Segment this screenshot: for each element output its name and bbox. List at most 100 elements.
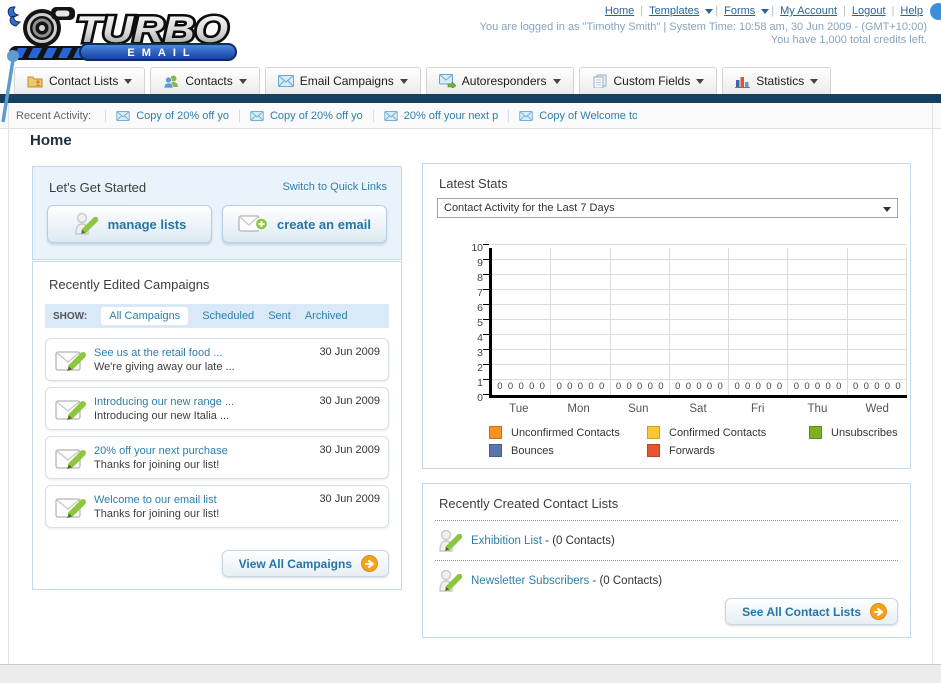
manage-lists-button[interactable]: manage lists	[47, 205, 212, 243]
bar-value-label: 0	[734, 381, 740, 392]
legend-label: Unconfirmed Contacts	[511, 426, 620, 439]
bar-value-label: 0	[745, 381, 751, 392]
person-pencil-icon	[439, 529, 463, 552]
contact-list-item[interactable]: Exhibition List - (0 Contacts)	[437, 528, 615, 554]
contact-list-link[interactable]: Newsletter Subscribers	[471, 575, 589, 587]
legend-item: Bounces	[489, 444, 647, 457]
create-email-button[interactable]: create an email	[222, 205, 387, 243]
filter-archived[interactable]: Archived	[305, 310, 348, 322]
legend-swatch	[647, 444, 660, 457]
campaign-subtitle: Thanks for joining our list!	[94, 507, 220, 520]
campaign-row[interactable]: See us at the retail food ... We're givi…	[45, 338, 389, 381]
bar-value-labels: 00000	[848, 381, 906, 392]
legend-label: Bounces	[511, 444, 554, 457]
campaigns-panel: Recently Edited Campaigns SHOW: All Camp…	[32, 261, 402, 590]
legend-swatch	[489, 444, 502, 457]
campaign-row[interactable]: 20% off your next purchase Thanks for jo…	[45, 436, 389, 479]
bar-value-labels: 00000	[670, 381, 728, 392]
stats-report-select[interactable]: Contact Activity for the Last 7 Days	[437, 198, 898, 218]
filter-scheduled[interactable]: Scheduled	[202, 310, 254, 322]
tab-contact-lists[interactable]: Contact Lists	[14, 67, 146, 94]
y-axis-tick-mark	[483, 304, 489, 305]
recent-activity-text: 20% off your next p	[403, 109, 499, 122]
nav-link-my-account[interactable]: My Account	[780, 5, 837, 17]
campaign-date: 30 Jun 2009	[319, 493, 380, 505]
tab-email-campaigns[interactable]: Email Campaigns	[264, 67, 421, 94]
bar-value-label: 0	[647, 381, 653, 392]
bar-value-label: 0	[539, 381, 545, 392]
bar-value-label: 0	[615, 381, 622, 392]
chevron-down-icon	[810, 78, 819, 84]
nav-link-templates[interactable]: Templates	[649, 5, 699, 17]
view-all-campaigns-button[interactable]: View All Campaigns	[221, 550, 389, 577]
nav-link-forms[interactable]: Forms	[724, 5, 755, 17]
contact-list-link[interactable]: Exhibition List	[471, 535, 542, 547]
bar-value-label: 0	[518, 381, 524, 392]
contact-lists-panel: Recently Created Contact Lists Exhibitio…	[422, 483, 911, 638]
campaign-texts: Introducing our new range ... Introducin…	[94, 395, 319, 423]
switch-quick-links-link[interactable]: Switch to Quick Links	[282, 181, 387, 193]
y-axis-tick-mark	[483, 364, 489, 365]
person-pencil-icon	[74, 212, 98, 235]
legend-item: Unconfirmed Contacts	[489, 426, 647, 439]
nav-link-help[interactable]: Help	[900, 5, 923, 17]
turbo-email-logo[interactable]: TURBO EMAIL	[4, 2, 242, 69]
campaign-title-link[interactable]: 20% off your next purchase	[94, 444, 319, 458]
bar-value-label: 0	[637, 381, 643, 392]
bar-value-label: 0	[776, 381, 783, 392]
bar-value-label: 0	[804, 381, 810, 392]
campaign-subtitle: Thanks for joining our list!	[94, 458, 220, 471]
contact-list-count: - (0 Contacts)	[541, 535, 615, 547]
campaign-row[interactable]: Welcome to our email list Thanks for joi…	[45, 485, 389, 528]
envelope-icon	[519, 110, 533, 121]
y-axis-tick-mark	[483, 244, 489, 245]
main-tabbar: Contact Lists Contacts Email Campaigns A…	[0, 66, 941, 94]
campaign-title-link[interactable]: See us at the retail food ...	[94, 346, 319, 360]
recent-activity-item[interactable]: 20% off your next p	[372, 109, 509, 122]
y-axis-tick-label: 1	[477, 377, 483, 389]
recent-activity-item[interactable]: Copy of 20% off yo	[105, 109, 239, 122]
filter-sent[interactable]: Sent	[268, 310, 291, 322]
y-axis-tick-mark	[483, 379, 489, 380]
tab-statistics[interactable]: Statistics	[722, 67, 832, 94]
arrow-right-icon	[361, 555, 378, 572]
campaign-row[interactable]: Introducing our new range ... Introducin…	[45, 387, 389, 430]
filter-all-campaigns[interactable]: All Campaigns	[101, 307, 189, 325]
chevron-down-icon	[761, 8, 770, 14]
chevron-down-icon	[238, 78, 247, 84]
arrow-right-icon	[870, 603, 887, 620]
bar-value-labels: 00000	[729, 381, 787, 392]
tab-autoresponders[interactable]: Autoresponders	[425, 67, 574, 94]
tab-contacts[interactable]: Contacts	[150, 67, 260, 94]
nav-link-home[interactable]: Home	[605, 5, 634, 17]
tab-custom-fields[interactable]: Custom Fields	[578, 67, 718, 94]
tab-label: Statistics	[756, 74, 805, 88]
envelope-plus-icon	[238, 215, 269, 232]
legend-item: Confirmed Contacts	[647, 426, 809, 439]
latest-stats-title: Latest Stats	[439, 176, 508, 191]
chart-day-group: 00000	[848, 248, 907, 395]
bar-value-label: 0	[766, 381, 772, 392]
see-all-contact-lists-button[interactable]: See All Contact Lists	[725, 598, 898, 625]
y-axis-tick-mark	[483, 319, 489, 320]
navy-divider-bar	[0, 94, 941, 103]
chevron-down-icon	[399, 78, 408, 84]
y-axis-tick-label: 4	[477, 332, 483, 344]
bar-value-label: 0	[567, 381, 573, 392]
chart-day-group: 00000	[729, 248, 789, 395]
bar-value-label: 0	[706, 381, 713, 392]
y-axis-tick-label: 0	[477, 392, 483, 404]
bar-value-label: 0	[793, 381, 800, 392]
campaign-title-link[interactable]: Introducing our new range ...	[94, 395, 319, 409]
bar-value-label: 0	[577, 381, 584, 392]
contact-list-item[interactable]: Newsletter Subscribers - (0 Contacts)	[437, 568, 662, 594]
recent-activity-item[interactable]: Copy of 20% off yo	[238, 109, 373, 122]
bar-value-label: 0	[895, 381, 901, 392]
nav-link-logout[interactable]: Logout	[852, 5, 886, 17]
header-right: Home | Templates | Forms | My Account | Logout | H…	[480, 5, 927, 46]
y-axis-tick-label: 7	[477, 287, 483, 299]
dotted-divider	[435, 520, 898, 521]
legend-swatch	[809, 426, 822, 439]
recent-activity-item[interactable]: Copy of Welcome to	[508, 109, 647, 122]
campaign-title-link[interactable]: Welcome to our email list	[94, 493, 319, 507]
